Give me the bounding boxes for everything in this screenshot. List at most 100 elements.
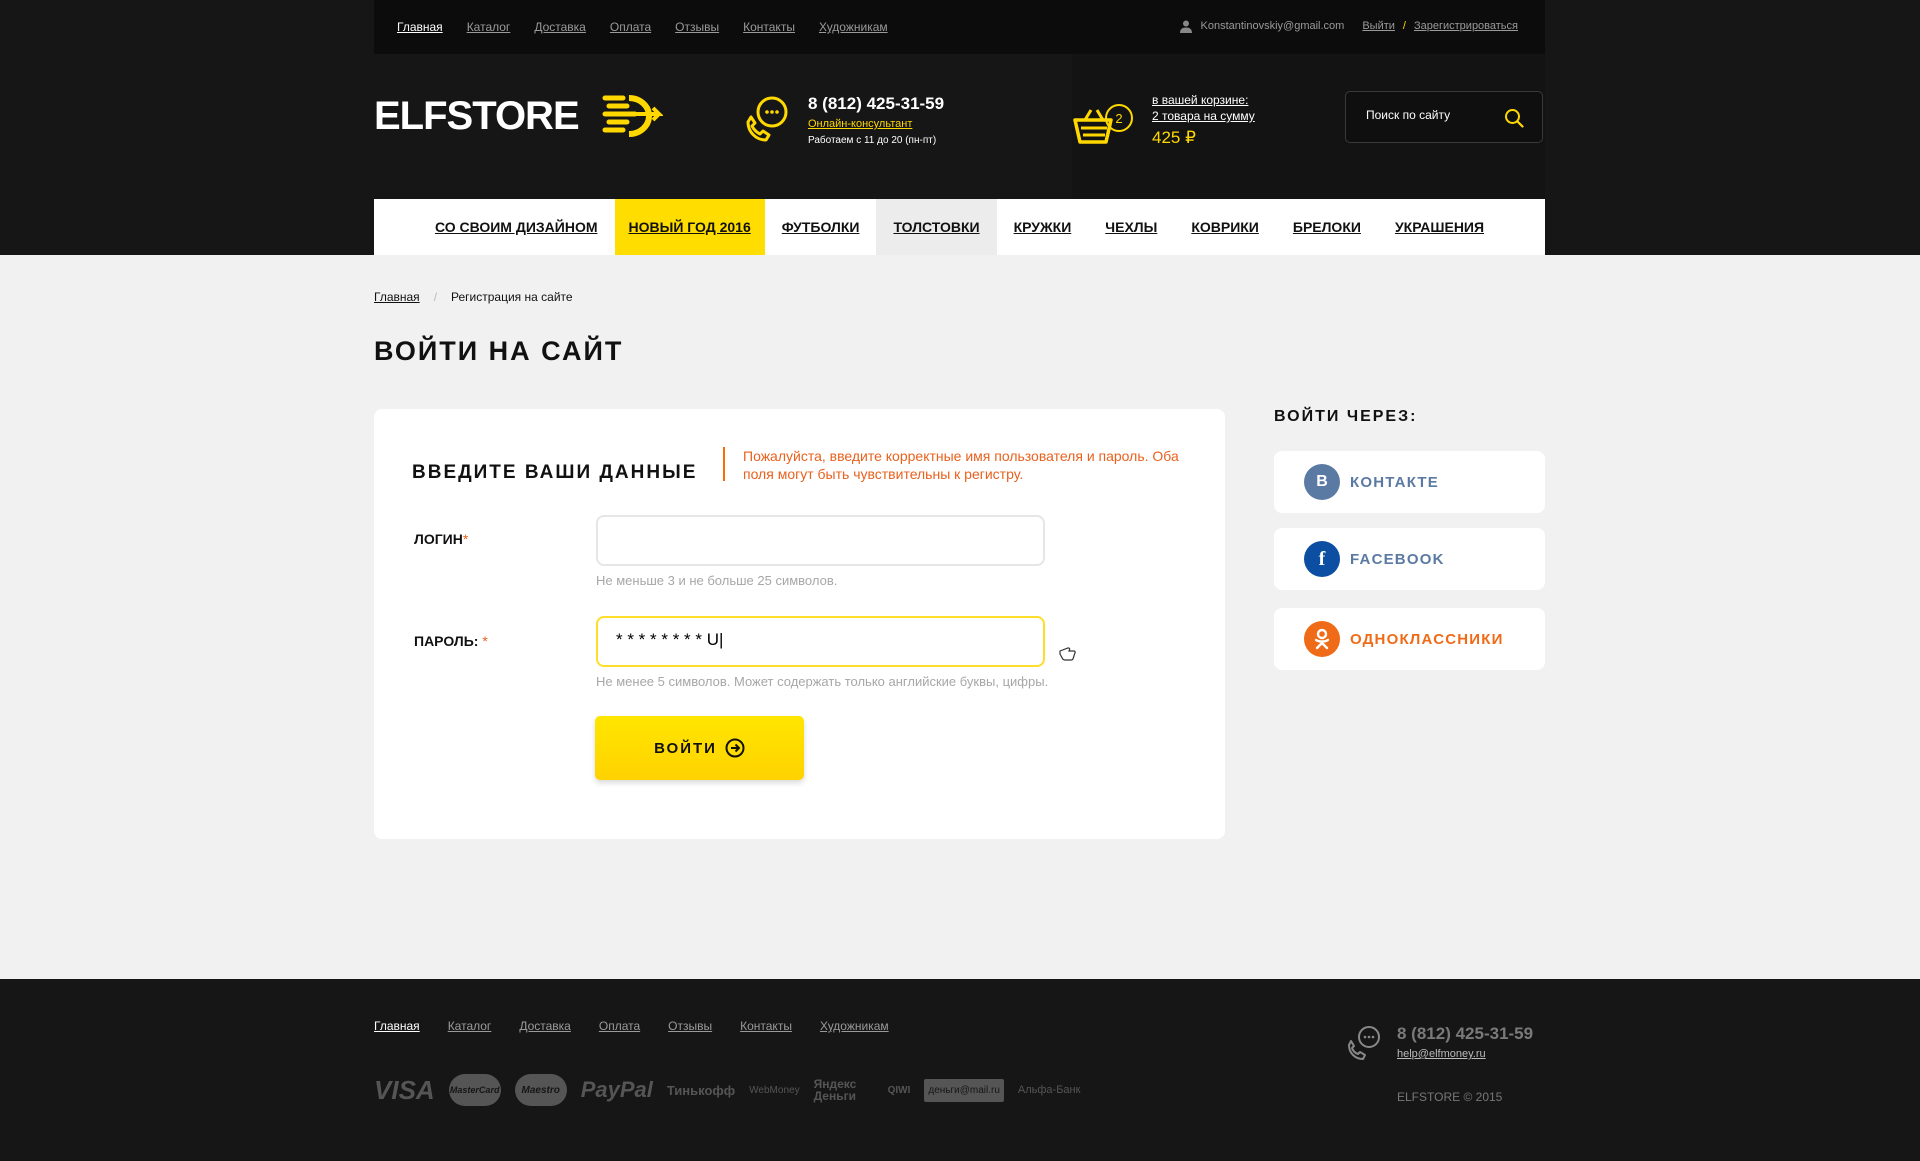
top-nav-contacts[interactable]: Контакты	[743, 19, 795, 35]
footer-nav-catalog[interactable]: Каталог	[448, 1019, 492, 1033]
footer-nav-contacts[interactable]: Контакты	[740, 1019, 792, 1033]
user-email[interactable]: Konstantinovskiy@gmail.com	[1201, 18, 1345, 34]
password-label-text: ПАРОЛЬ:	[414, 633, 479, 649]
header-phone[interactable]: 8 (812) 425-31-59	[808, 94, 944, 114]
yandex-money-logo: Яндекс Деньги	[813, 1077, 857, 1103]
breadcrumb: Главная / Регистрация на сайте	[374, 290, 573, 304]
search-box	[1345, 91, 1543, 143]
phone-chat-icon	[1348, 1026, 1380, 1060]
top-nav-home[interactable]: Главная	[397, 19, 443, 35]
odnoklassniki-login-button[interactable]: ОДНОКЛАССНИКИ	[1274, 608, 1545, 670]
user-icon	[1179, 20, 1192, 33]
password-field[interactable]	[596, 616, 1045, 667]
page-title: ВОЙТИ НА САЙТ	[374, 336, 624, 366]
login-hint: Не меньше 3 и не больше 25 символов.	[596, 573, 838, 588]
breadcrumb-current: Регистрация на сайте	[451, 290, 573, 304]
category-hoodies[interactable]: ТОЛСТОВКИ	[876, 199, 997, 255]
maestro-logo: Maestro	[514, 1074, 567, 1106]
category-mugs[interactable]: КРУЖКИ	[997, 199, 1089, 255]
login-input[interactable]	[616, 529, 1016, 549]
user-bar: Konstantinovskiy@gmail.com Выйти / Зарег…	[1179, 18, 1518, 34]
footer-phone[interactable]: 8 (812) 425-31-59	[1397, 1024, 1533, 1044]
social-login-title: ВОЙТИ ЧЕРЕЗ:	[1274, 408, 1418, 425]
cart-summary[interactable]: 2 товара на сумму	[1152, 108, 1255, 124]
password-label: ПАРОЛЬ: *	[414, 633, 488, 649]
login-label: ЛОГИН*	[414, 531, 468, 547]
mailru-money-logo: деньги@mail.ru	[924, 1078, 1004, 1102]
site-logo[interactable]: ELFSTORE	[374, 93, 663, 139]
contact-block: 8 (812) 425-31-59 Онлайн-консультант Раб…	[742, 94, 944, 149]
top-nav-delivery[interactable]: Доставка	[534, 19, 586, 35]
register-link[interactable]: Зарегистрироваться	[1414, 18, 1518, 34]
work-hours: Работаем с 11 до 20 (пн-пт)	[808, 135, 937, 146]
footer-nav-delivery[interactable]: Доставка	[519, 1019, 571, 1033]
odnoklassniki-login-label: ОДНОКЛАССНИКИ	[1350, 630, 1504, 648]
category-jewelry[interactable]: УКРАШЕНИЯ	[1378, 199, 1538, 255]
visa-logo: VISA	[374, 1074, 435, 1105]
arrow-logo-icon	[602, 95, 663, 137]
footer-nav-artists[interactable]: Художникам	[820, 1019, 889, 1033]
footer-nav-home[interactable]: Главная	[374, 1019, 420, 1033]
webmoney-logo: WebMoney	[749, 1084, 800, 1096]
cart-label[interactable]: в вашей корзине:	[1152, 92, 1255, 108]
vk-icon: В	[1304, 464, 1340, 500]
login-submit-label: ВОЙТИ	[654, 739, 717, 757]
top-nav-payment[interactable]: Оплата	[610, 19, 651, 35]
hand-cursor-icon	[1059, 647, 1076, 661]
login-form-card: ВВЕДИТЕ ВАШИ ДАННЫЕ Пожалуйста, введите …	[374, 409, 1225, 839]
logout-link[interactable]: Выйти	[1362, 18, 1395, 34]
vk-login-button[interactable]: В КОНТАКТЕ	[1274, 451, 1545, 513]
footer-contact: 8 (812) 425-31-59 help@elfmoney.ru	[1345, 1024, 1533, 1062]
top-nav-catalog[interactable]: Каталог	[467, 19, 511, 35]
payment-methods: VISA MasterCard Maestro PayPal Тинькофф …	[374, 1074, 1080, 1106]
cart-count-badge: 2	[1105, 104, 1133, 132]
consultant-link[interactable]: Онлайн-консультант	[808, 116, 944, 132]
user-separator: /	[1402, 20, 1406, 32]
arrow-right-circle-icon	[725, 738, 745, 758]
site-footer: Главная Каталог Доставка Оплата Отзывы К…	[0, 979, 1920, 1161]
mastercard-logo: MasterCard	[448, 1074, 501, 1106]
category-mousepads[interactable]: КОВРИКИ	[1174, 199, 1276, 255]
phone-chat-icon	[746, 96, 788, 142]
error-divider	[723, 447, 725, 481]
top-nav-reviews[interactable]: Отзывы	[675, 19, 719, 35]
password-hint: Не менее 5 символов. Может содержать тол…	[596, 674, 1049, 689]
odnoklassniki-icon	[1304, 621, 1340, 657]
facebook-icon: f	[1304, 541, 1340, 577]
alfa-bank-logo: Альфа-Банк	[1017, 1084, 1081, 1096]
paypal-logo: PayPal	[580, 1077, 653, 1102]
cart-block[interactable]: 2 в вашей корзине: 2 товара на сумму 425…	[1073, 92, 1255, 148]
footer-nav-payment[interactable]: Оплата	[599, 1019, 640, 1033]
error-message: Пожалуйста, введите корректные имя польз…	[743, 448, 1179, 482]
footer-nav: Главная Каталог Доставка Оплата Отзывы К…	[374, 1019, 917, 1033]
category-nav: СО СВОИМ ДИЗАЙНОМ НОВЫЙ ГОД 2016 ФУТБОЛК…	[374, 199, 1545, 255]
category-custom-design[interactable]: СО СВОИМ ДИЗАЙНОМ	[381, 199, 615, 255]
login-field[interactable]	[596, 515, 1045, 566]
category-new-year[interactable]: НОВЫЙ ГОД 2016	[614, 199, 765, 255]
copyright: ELFSTORE © 2015	[1397, 1090, 1503, 1104]
breadcrumb-separator: /	[433, 290, 438, 304]
search-icon[interactable]	[1504, 108, 1524, 128]
category-keychains[interactable]: БРЕЛОКИ	[1276, 199, 1378, 255]
search-input[interactable]	[1366, 108, 1506, 122]
login-submit-button[interactable]: ВОЙТИ	[595, 716, 804, 780]
password-required-mark: *	[482, 633, 488, 649]
qiwi-logo: QIWI	[887, 1084, 911, 1096]
facebook-login-label: FACEBOOK	[1350, 550, 1445, 568]
login-label-text: ЛОГИН	[414, 531, 463, 547]
footer-nav-reviews[interactable]: Отзывы	[668, 1019, 712, 1033]
breadcrumb-home[interactable]: Главная	[374, 290, 420, 304]
cart-sum: 425 ₽	[1152, 128, 1196, 147]
password-input[interactable]	[616, 630, 1016, 650]
facebook-login-button[interactable]: f FACEBOOK	[1274, 528, 1545, 590]
logo-wordmark: ELFSTORE	[374, 94, 580, 138]
form-heading: ВВЕДИТЕ ВАШИ ДАННЫЕ	[412, 462, 698, 483]
top-nav-artists[interactable]: Художникам	[819, 19, 888, 35]
footer-email[interactable]: help@elfmoney.ru	[1397, 1046, 1533, 1062]
category-cases[interactable]: ЧЕХЛЫ	[1088, 199, 1174, 255]
tinkoff-logo: Тинькофф	[666, 1082, 736, 1098]
site-header: Главная Каталог Доставка Оплата Отзывы К…	[0, 0, 1920, 255]
top-nav: Главная Каталог Доставка Оплата Отзывы К…	[397, 19, 912, 35]
login-required-mark: *	[462, 531, 469, 547]
category-tshirts[interactable]: ФУТБОЛКИ	[765, 199, 877, 255]
